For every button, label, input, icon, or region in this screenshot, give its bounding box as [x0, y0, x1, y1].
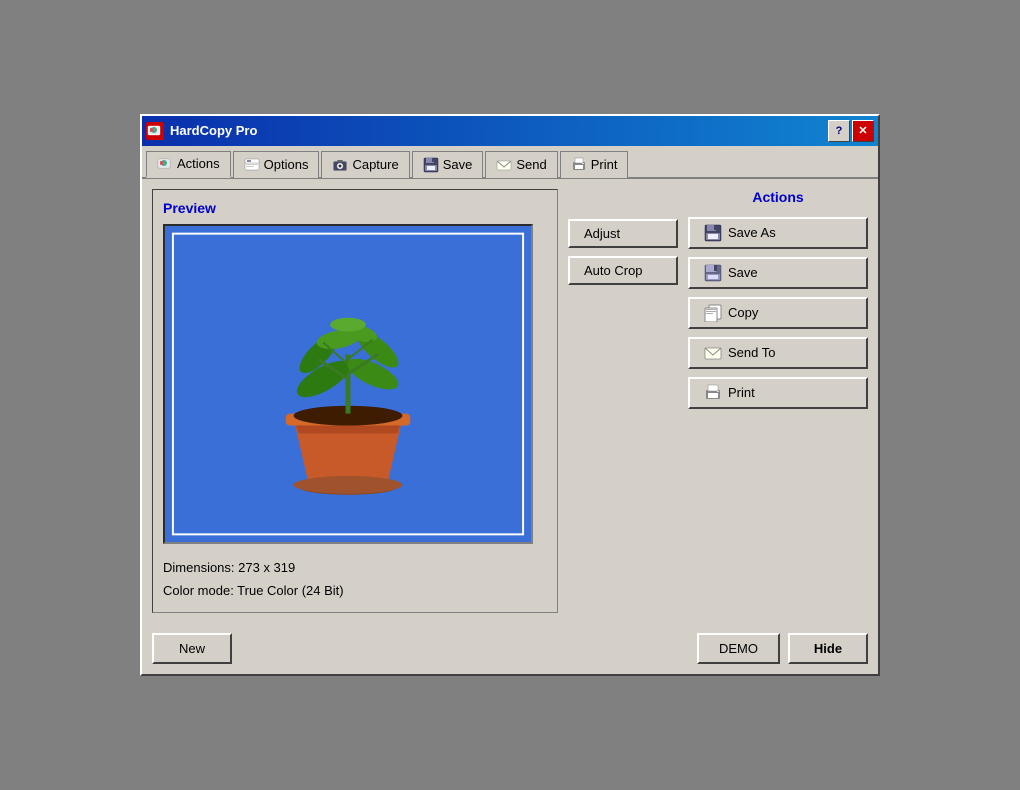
- send-to-label: Send To: [728, 345, 775, 360]
- tab-save-label: Save: [443, 157, 473, 172]
- autocrop-label: Auto Crop: [584, 263, 643, 278]
- tab-send-label: Send: [516, 157, 546, 172]
- actions-panel: Actions Save As: [688, 189, 868, 614]
- tab-options[interactable]: Options: [233, 151, 320, 178]
- copy-label: Copy: [728, 305, 758, 320]
- tab-bar: Actions Options: [142, 146, 878, 179]
- options-tab-icon: [244, 157, 260, 173]
- preview-image: [163, 224, 533, 544]
- title-bar-buttons: ? ✕: [828, 120, 874, 142]
- color-mode-text: Color mode: True Color (24 Bit): [163, 579, 547, 602]
- middle-buttons: Adjust Auto Crop: [568, 189, 678, 614]
- tab-capture[interactable]: Capture: [321, 151, 409, 178]
- footer: New DEMO Hide: [142, 623, 878, 674]
- print-tab-icon: [571, 157, 587, 173]
- capture-tab-icon: [332, 157, 348, 173]
- close-button[interactable]: ✕: [852, 120, 874, 142]
- new-button[interactable]: New: [152, 633, 232, 664]
- tab-send[interactable]: Send: [485, 151, 557, 178]
- tab-print-label: Print: [591, 157, 618, 172]
- print-icon: [704, 384, 722, 402]
- save-button[interactable]: Save: [688, 257, 868, 289]
- tab-capture-label: Capture: [352, 157, 398, 172]
- help-button[interactable]: ?: [828, 120, 850, 142]
- preview-panel: Preview: [152, 189, 558, 614]
- save-as-label: Save As: [728, 225, 776, 240]
- send-to-button[interactable]: Send To: [688, 337, 868, 369]
- tab-print[interactable]: Print: [560, 151, 629, 178]
- send-tab-icon: [496, 157, 512, 173]
- window-title: HardCopy Pro: [170, 123, 822, 138]
- save-tab-icon: [423, 157, 439, 173]
- preview-title: Preview: [163, 200, 547, 216]
- demo-button[interactable]: DEMO: [697, 633, 780, 664]
- title-bar: HardCopy Pro ? ✕: [142, 116, 878, 146]
- app-icon: [146, 122, 164, 140]
- tab-actions-label: Actions: [177, 156, 220, 171]
- tab-options-label: Options: [264, 157, 309, 172]
- content-area: Preview: [142, 179, 878, 624]
- actions-tab-icon: [157, 156, 173, 172]
- actions-title: Actions: [688, 189, 868, 205]
- hide-button[interactable]: Hide: [788, 633, 868, 664]
- adjust-button[interactable]: Adjust: [568, 219, 678, 248]
- print-button[interactable]: Print: [688, 377, 868, 409]
- main-panel: Preview: [152, 189, 868, 614]
- copy-button[interactable]: Copy: [688, 297, 868, 329]
- main-window: HardCopy Pro ? ✕ Actions: [140, 114, 880, 677]
- tab-save[interactable]: Save: [412, 151, 484, 178]
- dimensions-text: Dimensions: 273 x 319: [163, 556, 547, 579]
- save-icon: [704, 264, 722, 282]
- send-to-icon: [704, 344, 722, 362]
- copy-icon: [704, 304, 722, 322]
- save-as-icon: [704, 224, 722, 242]
- autocrop-button[interactable]: Auto Crop: [568, 256, 678, 285]
- tab-actions[interactable]: Actions: [146, 151, 231, 178]
- save-as-button[interactable]: Save As: [688, 217, 868, 249]
- print-label: Print: [728, 385, 755, 400]
- adjust-label: Adjust: [584, 226, 620, 241]
- preview-info: Dimensions: 273 x 319 Color mode: True C…: [163, 556, 547, 603]
- save-label: Save: [728, 265, 758, 280]
